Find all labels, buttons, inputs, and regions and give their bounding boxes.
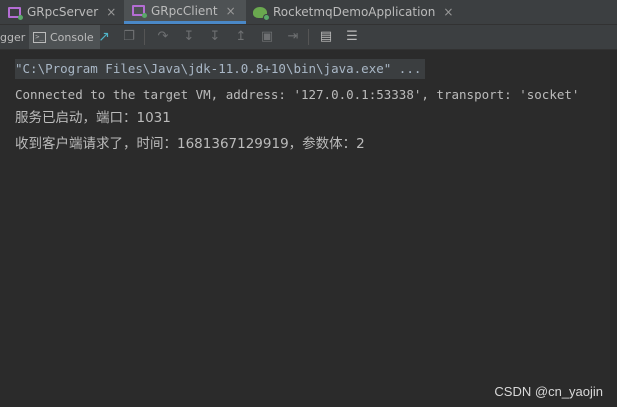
tab-grpc-client[interactable]: GRpcClient × [124, 0, 246, 24]
trace-settings-icon[interactable]: ☰ [344, 29, 360, 45]
tab-grpc-server[interactable]: GRpcServer × [8, 0, 116, 24]
application-icon [132, 5, 147, 18]
close-icon[interactable]: × [226, 4, 236, 18]
spring-boot-icon [253, 6, 270, 21]
tab-rocketmq-demo-application[interactable]: RocketmqDemoApplication × [253, 0, 453, 24]
console-line: 收到客户端请求了，时间：1681367129919，参数体：2 [15, 136, 365, 152]
run-to-cursor-icon[interactable]: ⇥ [285, 29, 301, 45]
tab-label: GRpcServer [27, 5, 99, 19]
step-into-icon[interactable]: ↧ [181, 29, 197, 45]
tab-label: GRpcClient [151, 3, 218, 18]
console-tab-label: Console [50, 30, 94, 44]
tab-label: RocketmqDemoApplication [273, 5, 436, 19]
frames-icon[interactable]: ❐ [121, 29, 137, 45]
toolbar-divider [144, 29, 145, 45]
debug-toolbar: gger >_ Console ↗ ❐ ↷ ↧ ↧ ↥ ▣ ⇥ ▤ ☰ [0, 25, 617, 50]
console-icon: >_ [33, 31, 46, 43]
tab-console[interactable]: >_ Console [29, 25, 100, 49]
step-over-icon[interactable]: ↷ [155, 29, 171, 45]
application-icon [8, 6, 23, 20]
evaluate-expression-icon[interactable]: ▤ [318, 29, 334, 45]
drop-frame-icon[interactable]: ▣ [259, 29, 275, 45]
console-line: Connected to the target VM, address: '12… [15, 87, 580, 102]
debugger-tab-label: gger [0, 30, 26, 44]
console-command-line[interactable]: "C:\Program Files\Java\jdk-11.0.8+10\bin… [15, 59, 426, 79]
console-output[interactable]: "C:\Program Files\Java\jdk-11.0.8+10\bin… [0, 50, 617, 407]
watermark: CSDN @cn_yaojin [494, 384, 603, 399]
force-step-into-icon[interactable]: ↧ [207, 29, 223, 45]
close-icon[interactable]: × [106, 5, 116, 19]
close-icon[interactable]: × [443, 5, 453, 19]
step-out-icon[interactable]: ↥ [233, 29, 249, 45]
tab-debugger[interactable]: gger [0, 25, 31, 49]
run-tab-bar: GRpcServer × GRpcClient × RocketmqDemoAp… [0, 0, 617, 25]
toolbar-divider [308, 29, 309, 45]
console-line: 服务已启动，端口：1031 [15, 110, 171, 126]
restore-layout-icon[interactable]: ↗ [96, 29, 112, 45]
